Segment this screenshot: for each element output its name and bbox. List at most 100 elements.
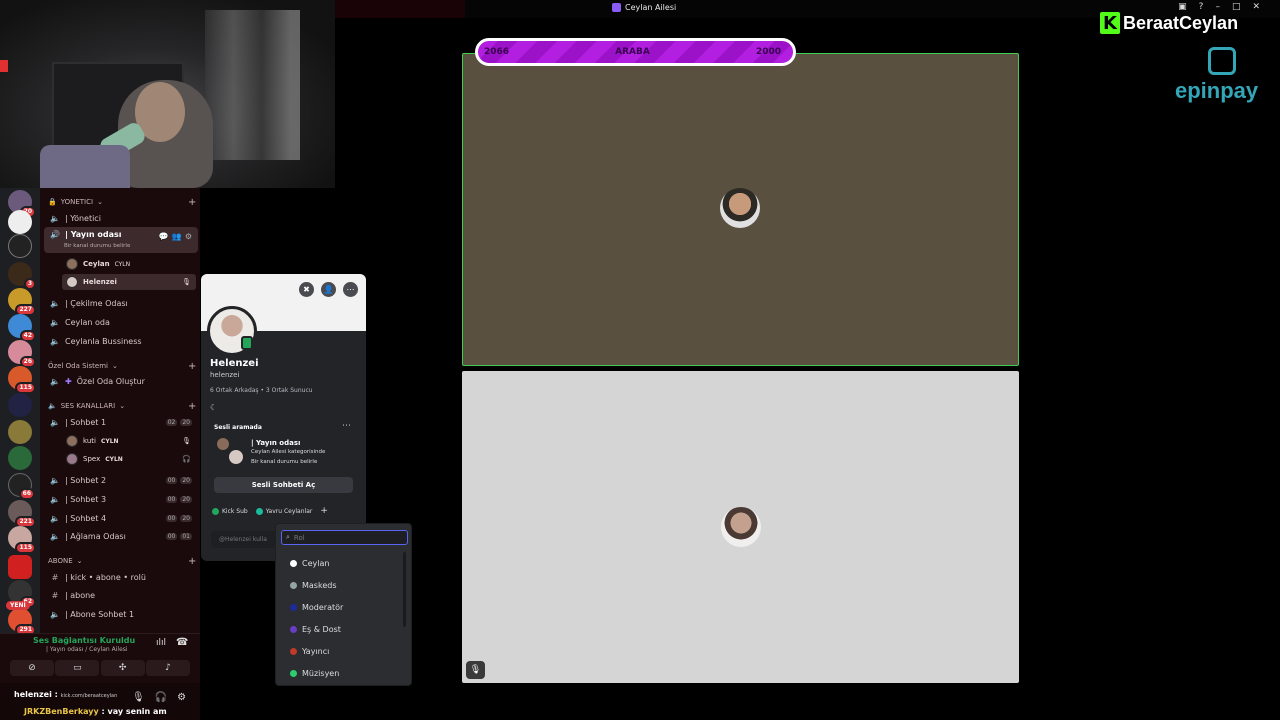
- maximize-icon[interactable]: □: [1232, 2, 1241, 12]
- add-channel-icon[interactable]: +: [188, 401, 196, 412]
- server-icon[interactable]: [8, 393, 32, 417]
- server-icon[interactable]: 291: [8, 608, 36, 636]
- channel-yonetici[interactable]: 🔈 | Yönetici: [44, 210, 198, 227]
- category-abone[interactable]: ABONE ⌄ +: [48, 556, 196, 567]
- category-ses[interactable]: 🔈 SES KANALLARI ⌄ +: [48, 401, 196, 412]
- lock-icon: 🔒: [48, 198, 57, 206]
- add-role-icon[interactable]: +: [320, 506, 328, 516]
- server-icon[interactable]: [8, 446, 32, 470]
- server-icon[interactable]: 115: [8, 526, 36, 554]
- window-title: Ceylan Ailesi: [612, 3, 676, 12]
- role-chip[interactable]: Yavru Ceylanlar: [255, 507, 312, 515]
- noise-suppression-icon[interactable]: ılıl: [156, 638, 166, 648]
- settings-icon[interactable]: ⚙: [185, 232, 192, 241]
- webcam-overlay: [0, 0, 335, 188]
- speaker-icon: 🔈: [50, 318, 60, 327]
- channel-abone[interactable]: # | abone: [44, 587, 198, 604]
- more-icon[interactable]: ⋯: [343, 282, 358, 297]
- channel-sohbet-3[interactable]: 🔈 | Sohbet 3 00 20: [44, 491, 198, 508]
- category-ozel[interactable]: Özel Oda Sistemi ⌄ +: [48, 361, 196, 372]
- server-icon[interactable]: [8, 420, 32, 444]
- add-channel-icon[interactable]: +: [188, 556, 196, 567]
- role-search-input[interactable]: [293, 533, 394, 542]
- close-icon[interactable]: ✕: [1252, 2, 1260, 12]
- mutual-info[interactable]: 6 Ortak Arkadaş • 3 Ortak Sunucu: [210, 387, 313, 394]
- screen-share-button[interactable]: ▭: [55, 660, 100, 676]
- channel-cekilme[interactable]: 🔈 | Çekilme Odası: [44, 295, 198, 312]
- more-icon[interactable]: ⋯: [342, 421, 351, 431]
- voice-member[interactable]: Helenzei 🎙: [62, 274, 196, 290]
- invite-icon[interactable]: 👥: [172, 232, 182, 241]
- camera-off-button[interactable]: ⊘: [10, 660, 54, 676]
- add-channel-icon[interactable]: +: [188, 361, 196, 372]
- sponsor-logo: epinpay: [1175, 78, 1259, 103]
- kick-logo: K BeraatCeylan: [1100, 12, 1238, 34]
- mobile-status-icon: [241, 336, 253, 350]
- settings-icon[interactable]: ⚙: [177, 692, 186, 703]
- server-icon[interactable]: 26: [8, 340, 36, 368]
- channel-sohbet-4[interactable]: 🔈 | Sohbet 4 00 20: [44, 510, 198, 527]
- minimize-icon[interactable]: –: [1215, 2, 1220, 12]
- avatar: [229, 450, 243, 464]
- role-option[interactable]: Maskeds: [290, 581, 337, 590]
- channel-status[interactable]: Bir kanal durumu belirle: [64, 243, 130, 249]
- voice-member[interactable]: Ceylan CYLN: [62, 256, 196, 272]
- server-icon[interactable]: 227: [8, 288, 36, 316]
- server-icon[interactable]: 221: [8, 500, 36, 528]
- inbox-icon[interactable]: ▣: [1178, 2, 1187, 12]
- plus-icon: ✚: [65, 377, 72, 386]
- headphones-icon[interactable]: 🎧: [155, 692, 167, 703]
- folder-icon[interactable]: [8, 555, 32, 579]
- activities-button[interactable]: ✣: [100, 660, 145, 676]
- server-icon[interactable]: 3: [8, 262, 36, 290]
- app-icon: [612, 3, 621, 12]
- message-input[interactable]: @Helenzei kulla: [211, 531, 281, 548]
- speaker-icon: 🔈: [50, 377, 60, 386]
- chat-icon[interactable]: 💬: [159, 232, 169, 241]
- speaker-icon: 🔈: [50, 495, 60, 504]
- add-friend-icon[interactable]: 👤: [321, 282, 336, 297]
- channel-yayin-odasi[interactable]: 🔊 | Yayın odası 💬 👥 ⚙: [44, 227, 198, 253]
- speaker-icon: 🔈: [48, 402, 57, 410]
- join-voice-button[interactable]: Sesli Sohbeti Aç: [214, 477, 353, 493]
- chat-line: JRKZBenBerkayy : vay senin am: [24, 707, 167, 716]
- add-channel-icon[interactable]: +: [188, 197, 196, 208]
- channel-ceylan-oda[interactable]: 🔈 Ceylan oda: [44, 314, 198, 331]
- scrollbar[interactable]: [403, 552, 406, 627]
- role-chip[interactable]: Kick Sub: [212, 507, 248, 515]
- server-icon[interactable]: [8, 234, 32, 258]
- voice-member[interactable]: kuti CYLN 🎙: [62, 433, 196, 449]
- channel-ozel-oda[interactable]: 🔈 ✚ Özel Oda Oluştur: [44, 373, 198, 390]
- role-option[interactable]: Yayıncı: [290, 647, 329, 656]
- profile-display-name: Helenzei: [210, 358, 259, 369]
- voice-call-card[interactable]: | Yayın odası Ceylan Ailesi kategorisind…: [217, 436, 357, 472]
- server-icon[interactable]: 42: [8, 314, 36, 342]
- role-option[interactable]: Eş & Dost: [290, 625, 341, 634]
- voice-member[interactable]: Spex CYLN 🎧: [62, 451, 196, 467]
- muted-icon[interactable]: 🎙: [466, 661, 485, 679]
- server-icon[interactable]: [8, 210, 32, 234]
- server-icon[interactable]: 66: [8, 473, 35, 500]
- category-yonetici[interactable]: 🔒 YONETICI ⌄ +: [48, 197, 196, 208]
- avatar: [721, 507, 761, 547]
- help-icon[interactable]: ?: [1199, 2, 1204, 12]
- soundboard-button[interactable]: ♪: [145, 660, 190, 676]
- microphone-icon[interactable]: 🎙: [132, 692, 145, 703]
- speaker-icon: 🔈: [50, 299, 60, 308]
- role-option[interactable]: Müzisyen: [290, 669, 339, 678]
- tools-icon[interactable]: ✖: [299, 282, 314, 297]
- epinpay-icon: [1208, 47, 1236, 75]
- channel-kick-abone[interactable]: # | kick • abone • rolü: [44, 569, 198, 586]
- role-option[interactable]: Moderatör: [290, 603, 343, 612]
- avatar: [66, 258, 78, 270]
- role-option[interactable]: Ceylan: [290, 559, 329, 568]
- server-icon[interactable]: 115: [8, 366, 36, 394]
- channel-sohbet-1[interactable]: 🔈 | Sohbet 1 02 20: [44, 414, 198, 431]
- speaker-icon: 🔈: [50, 610, 60, 619]
- channel-sohbet-2[interactable]: 🔈 | Sohbet 2 00 20: [44, 472, 198, 489]
- disconnect-icon[interactable]: ☎: [176, 637, 188, 648]
- channel-aglama[interactable]: 🔈 | Ağlama Odası 00 01: [44, 528, 198, 545]
- channel-bussiness[interactable]: 🔈 Ceylanla Bussiness: [44, 333, 198, 350]
- channel-abone-sohbet[interactable]: 🔈 | Abone Sohbet 1: [44, 606, 198, 623]
- deafened-icon: 🎧: [182, 455, 191, 463]
